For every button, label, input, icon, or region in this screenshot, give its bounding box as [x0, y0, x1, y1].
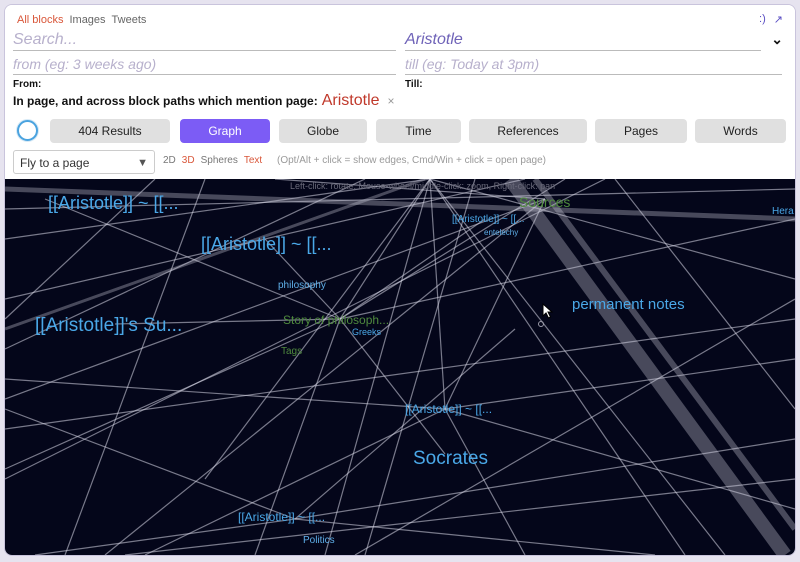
- till-label: Till:: [405, 79, 423, 90]
- chevron-down-icon: ▼: [137, 157, 148, 169]
- graph-node-aristotle-1[interactable]: [[Aristotle]] ~ [[...: [48, 193, 179, 214]
- pages-button[interactable]: Pages: [595, 119, 687, 143]
- graph-node-socrates[interactable]: Socrates: [413, 448, 488, 470]
- graph-node-tags[interactable]: Tags: [281, 346, 302, 357]
- graph-node-aristotle-summary[interactable]: [[Aristotle]]'s Su...: [35, 315, 182, 337]
- results-button[interactable]: 404 Results: [50, 119, 170, 143]
- mode-text[interactable]: Text: [244, 155, 262, 166]
- page-input-value: Aristotle: [405, 31, 463, 48]
- words-button[interactable]: Words: [695, 119, 786, 143]
- graph-node-aristotle-5[interactable]: [[Aristotle]] ~ [[...: [238, 510, 325, 524]
- from-date-input[interactable]: from (eg: 3 weeks ago): [13, 53, 396, 75]
- search-placeholder: Search...: [13, 31, 78, 48]
- graph-node-philosophy[interactable]: philosophy: [278, 280, 326, 291]
- graph-node-hera[interactable]: Hera: [772, 206, 794, 217]
- chevron-down-icon[interactable]: ⌄: [771, 31, 783, 48]
- graph-controls-hint: Left-click: rotate, Mouse-wheel/middle-c…: [290, 181, 556, 191]
- graph-node-greeks[interactable]: Greeks: [352, 327, 381, 337]
- mention-filter: In page, and across block paths which me…: [13, 92, 395, 110]
- fly-to-page-select[interactable]: Fly to a page ▼: [13, 150, 155, 174]
- graph-node-entelechy[interactable]: entelechy: [484, 228, 518, 237]
- globe-button[interactable]: Globe: [279, 119, 367, 143]
- graph-node-sources[interactable]: Sources: [519, 194, 570, 210]
- from-placeholder: from (eg: 3 weeks ago): [13, 56, 157, 72]
- graph-canvas[interactable]: Left-click: rotate, Mouse-wheel/middle-c…: [5, 179, 795, 555]
- source-tabs: All blocks Images Tweets: [17, 14, 146, 26]
- corner-controls: :) ↗: [759, 13, 783, 26]
- from-label: From:: [13, 79, 42, 90]
- graph-node-permanent-notes[interactable]: permanent notes: [572, 296, 685, 313]
- mention-page[interactable]: Aristotle: [322, 92, 380, 110]
- tab-tweets[interactable]: Tweets: [112, 14, 147, 26]
- arrow-up-right-icon[interactable]: ↗: [774, 13, 783, 26]
- till-placeholder: till (eg: Today at 3pm): [405, 56, 540, 72]
- till-date-input[interactable]: till (eg: Today at 3pm): [405, 53, 782, 75]
- mode-2d[interactable]: 2D: [163, 155, 176, 166]
- search-input[interactable]: Search...: [13, 29, 396, 51]
- loading-spinner-icon: [17, 120, 38, 141]
- references-button[interactable]: References: [469, 119, 587, 143]
- mode-3d[interactable]: 3D: [182, 155, 195, 166]
- graph-node-aristotle-2[interactable]: [[Aristotle]] ~ [[...: [201, 234, 332, 255]
- fly-to-page-value: Fly to a page: [20, 156, 90, 170]
- graph-node-story-of-philosophy[interactable]: Story of philosoph...: [283, 313, 389, 327]
- smiley-button[interactable]: :): [759, 13, 766, 26]
- tab-all-blocks[interactable]: All blocks: [17, 14, 63, 26]
- mode-spheres[interactable]: Spheres: [201, 155, 238, 166]
- graph-hint: (Opt/Alt + click = show edges, Cmd/Win +…: [277, 155, 547, 166]
- tab-images[interactable]: Images: [69, 14, 105, 26]
- page-input[interactable]: Aristotle: [405, 29, 761, 51]
- remove-filter-icon[interactable]: ×: [388, 94, 395, 108]
- view-modes: 2D 3D Spheres Text: [163, 155, 262, 166]
- graph-node-aristotle-3[interactable]: [[Aristotle]] ~ [[...: [452, 214, 525, 225]
- time-button[interactable]: Time: [376, 119, 461, 143]
- graph-node-politics[interactable]: Politics: [303, 535, 335, 546]
- search-window: All blocks Images Tweets :) ↗ Search... …: [4, 4, 796, 556]
- mouse-cursor-icon: [542, 303, 554, 319]
- search-panel: All blocks Images Tweets :) ↗ Search... …: [5, 5, 795, 180]
- graph-button[interactable]: Graph: [180, 119, 270, 143]
- graph-node-aristotle-4[interactable]: [[Aristotle]] ~ [[...: [405, 402, 492, 416]
- mention-text: In page, and across block paths which me…: [13, 94, 318, 108]
- graph-edges: [5, 179, 795, 555]
